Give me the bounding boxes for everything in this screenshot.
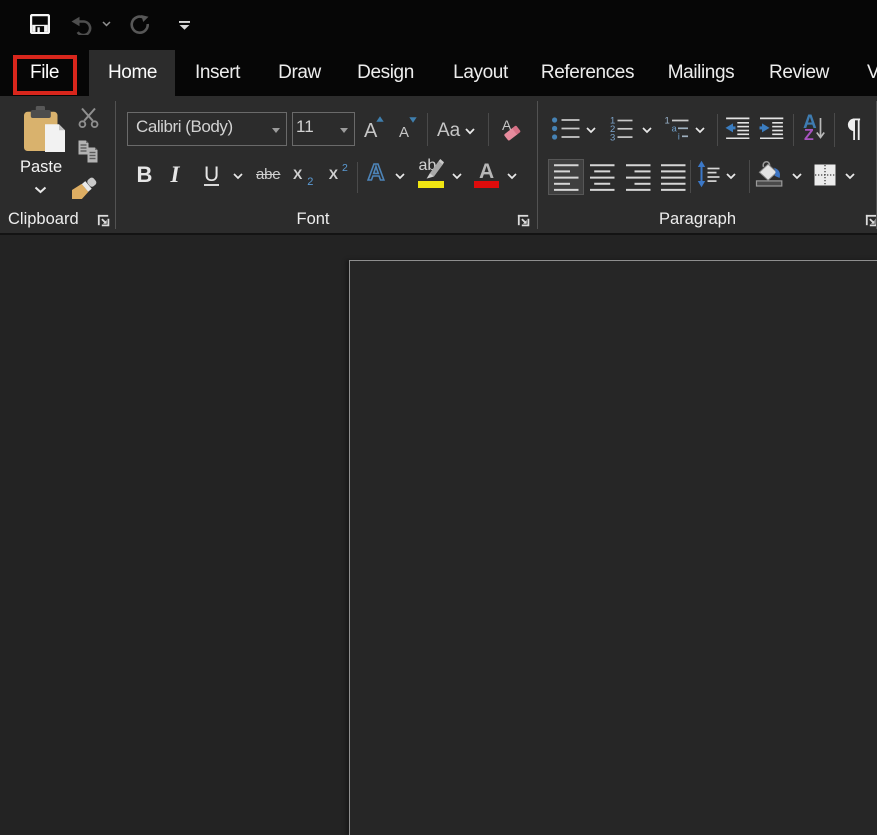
svg-text:a: a (672, 124, 678, 135)
svg-text:3: 3 (610, 132, 615, 141)
svg-text:i: i (678, 131, 680, 141)
svg-text:1: 1 (665, 116, 670, 127)
